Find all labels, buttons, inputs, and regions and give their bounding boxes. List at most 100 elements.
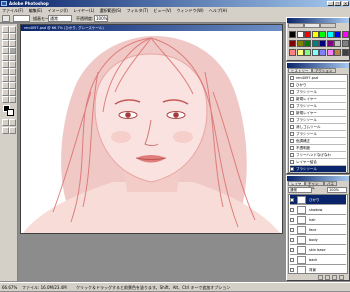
color-swatch[interactable] bbox=[334, 31, 341, 38]
layer-row[interactable]: body bbox=[290, 235, 346, 245]
color-swatch[interactable] bbox=[289, 40, 296, 47]
marquee-tool-icon[interactable] bbox=[2, 26, 9, 33]
layer-visibility-eye-icon[interactable] bbox=[290, 248, 294, 252]
menu-file[interactable]: ファイル(F) bbox=[0, 7, 25, 14]
tab-layers[interactable]: レイヤー bbox=[288, 181, 305, 190]
layer-row[interactable]: hair bbox=[290, 215, 346, 225]
quickmask-mode-icon[interactable] bbox=[9, 119, 16, 126]
close-button[interactable]: × bbox=[342, 1, 349, 6]
lasso-tool-icon[interactable] bbox=[2, 33, 9, 40]
color-swatch[interactable] bbox=[326, 31, 334, 38]
color-swatch[interactable] bbox=[319, 49, 326, 56]
type-tool-icon[interactable] bbox=[9, 75, 16, 82]
layer-visibility-eye-icon[interactable] bbox=[290, 218, 294, 222]
layer-row[interactable]: shadow bbox=[290, 205, 346, 215]
color-swatch[interactable] bbox=[334, 49, 341, 56]
color-swatch[interactable] bbox=[311, 31, 319, 38]
brush-preset-picker[interactable] bbox=[13, 15, 30, 22]
history-item[interactable]: 不透明度 bbox=[290, 145, 346, 152]
menu-help[interactable]: ヘルプ(H) bbox=[207, 7, 229, 14]
history-item[interactable]: ブラシツール bbox=[290, 131, 346, 138]
opacity-field[interactable]: 100% bbox=[94, 15, 108, 22]
color-swatch[interactable] bbox=[289, 31, 296, 38]
minimize-button[interactable]: _ bbox=[327, 1, 334, 6]
layer-row[interactable]: ひかり bbox=[290, 195, 346, 205]
brush-tool-icon[interactable] bbox=[9, 47, 16, 54]
color-swatch[interactable] bbox=[341, 40, 349, 47]
add-mask-button-icon[interactable] bbox=[325, 275, 330, 280]
eyedropper-tool-icon[interactable] bbox=[9, 89, 16, 96]
layer-row[interactable]: face bbox=[290, 225, 346, 235]
zoom-tool-icon[interactable] bbox=[9, 96, 16, 103]
color-swatch[interactable] bbox=[304, 49, 311, 56]
tab-color[interactable] bbox=[288, 23, 304, 28]
history-item[interactable]: ren4097.psd bbox=[290, 75, 346, 82]
menu-layer[interactable]: レイヤー(L) bbox=[71, 7, 96, 14]
history-item[interactable]: レイヤー結合 bbox=[290, 159, 346, 166]
path-selection-tool-icon[interactable] bbox=[2, 75, 9, 82]
brush-tool-icon[interactable] bbox=[2, 15, 10, 22]
blur-tool-icon[interactable] bbox=[2, 68, 9, 75]
slice-tool-icon[interactable] bbox=[9, 40, 16, 47]
color-swatch[interactable] bbox=[326, 49, 334, 56]
history-item[interactable]: フリーハンドなげなわ bbox=[290, 152, 346, 159]
tab-history[interactable]: ヒストリー bbox=[288, 68, 312, 73]
layer-opacity-field[interactable]: 100% bbox=[327, 187, 347, 193]
delete-layer-button-icon[interactable] bbox=[339, 275, 344, 280]
pen-tool-icon[interactable] bbox=[2, 82, 9, 89]
layer-visibility-eye-icon[interactable] bbox=[290, 208, 294, 212]
image-canvas[interactable] bbox=[23, 32, 280, 233]
new-layer-button-icon[interactable] bbox=[332, 275, 337, 280]
notes-tool-icon[interactable] bbox=[2, 89, 9, 96]
color-swatch[interactable] bbox=[311, 40, 319, 47]
color-swatch[interactable] bbox=[296, 49, 304, 56]
color-swatch[interactable] bbox=[341, 31, 349, 38]
menu-image[interactable]: イメージ(I) bbox=[46, 7, 70, 14]
history-item[interactable]: ブラシツール bbox=[290, 103, 346, 110]
mode-select[interactable]: 通常 bbox=[48, 15, 72, 22]
history-item[interactable]: 消しゴムツール bbox=[290, 124, 346, 131]
layer-row[interactable]: skin base bbox=[290, 245, 346, 255]
tab-swatches[interactable] bbox=[304, 23, 320, 28]
screen-mode-icon[interactable] bbox=[2, 127, 9, 134]
tab-paths[interactable]: パス bbox=[324, 181, 337, 186]
background-color-swatch[interactable] bbox=[7, 109, 14, 116]
tab-channels[interactable]: チャンネル bbox=[305, 181, 324, 190]
hand-tool-icon[interactable] bbox=[2, 96, 9, 103]
color-swatch[interactable] bbox=[296, 40, 304, 47]
stamp-tool-icon[interactable] bbox=[2, 54, 9, 61]
color-swatch[interactable] bbox=[319, 40, 326, 47]
dodge-tool-icon[interactable] bbox=[9, 68, 16, 75]
tab-actions[interactable]: アクション bbox=[312, 68, 336, 73]
menu-edit[interactable]: 編集(E) bbox=[27, 7, 45, 14]
history-item[interactable]: 新規レイヤー bbox=[290, 110, 346, 117]
layer-visibility-eye-icon[interactable] bbox=[290, 268, 294, 272]
layer-visibility-eye-icon[interactable] bbox=[290, 258, 294, 262]
jump-to-imageready-icon[interactable] bbox=[9, 127, 16, 134]
color-swatch[interactable] bbox=[326, 40, 334, 47]
menu-select[interactable]: 選択範囲(S) bbox=[98, 7, 124, 14]
layer-visibility-eye-icon[interactable] bbox=[290, 238, 294, 242]
gradient-tool-icon[interactable] bbox=[9, 61, 16, 68]
healing-brush-tool-icon[interactable] bbox=[2, 47, 9, 54]
history-item[interactable]: ブラシツール bbox=[290, 166, 346, 173]
maximize-button[interactable]: □ bbox=[334, 1, 341, 6]
menu-filter[interactable]: フィルタ(T) bbox=[125, 7, 150, 14]
history-item[interactable]: ブラシツール bbox=[290, 117, 346, 124]
magic-wand-tool-icon[interactable] bbox=[9, 33, 16, 40]
tab-styles[interactable] bbox=[320, 23, 336, 28]
history-item[interactable]: 新規レイヤー bbox=[290, 96, 346, 103]
history-item[interactable]: ひかり bbox=[290, 82, 346, 89]
layer-row[interactable]: 背景 bbox=[290, 265, 346, 273]
layer-visibility-eye-icon[interactable] bbox=[290, 228, 294, 232]
menu-window[interactable]: ウィンドウ(W) bbox=[175, 7, 206, 14]
layer-visibility-eye-icon[interactable] bbox=[290, 198, 294, 202]
eraser-tool-icon[interactable] bbox=[2, 61, 9, 68]
color-swatch[interactable] bbox=[289, 49, 296, 56]
layer-row[interactable]: back bbox=[290, 255, 346, 265]
menu-view[interactable]: ビュー(V) bbox=[151, 7, 173, 14]
history-item[interactable]: 色調補正 bbox=[290, 138, 346, 145]
history-brush-tool-icon[interactable] bbox=[9, 54, 16, 61]
shape-tool-icon[interactable] bbox=[9, 82, 16, 89]
color-swatch[interactable] bbox=[319, 31, 326, 38]
